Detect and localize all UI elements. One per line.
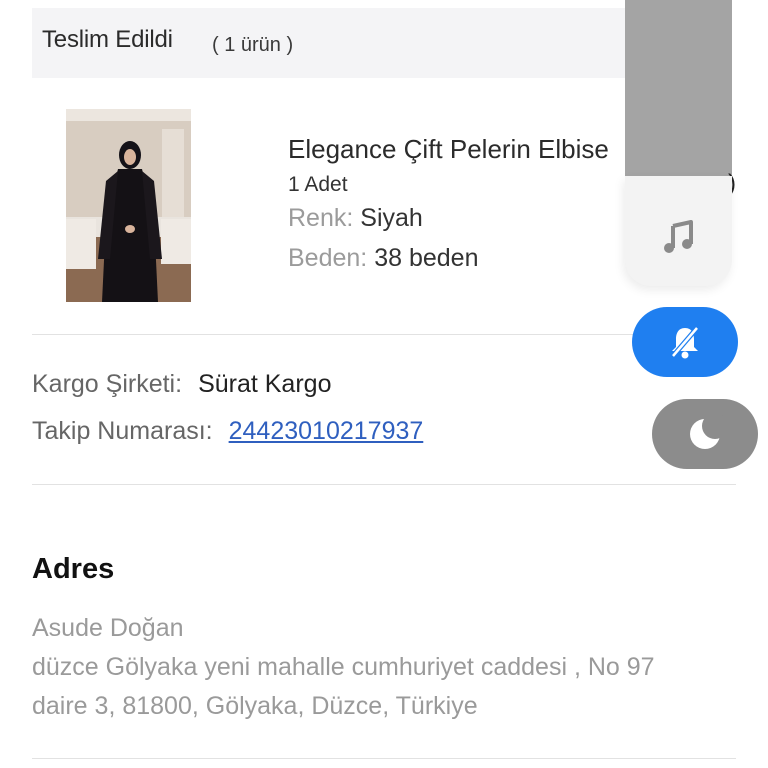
color-label: Renk: [288, 204, 354, 232]
carrier-row: Kargo Şirketi: Sürat Kargo [32, 370, 331, 399]
carrier-label: Kargo Şirketi: [32, 370, 183, 398]
divider [32, 758, 736, 759]
do-not-disturb-toggle[interactable] [652, 399, 758, 469]
address-title: Adres [32, 553, 115, 585]
volume-slider-panel[interactable] [625, 0, 732, 176]
divider [32, 334, 736, 335]
address-line-1: düzce Gölyaka yeni mahalle cumhuriyet ca… [32, 653, 655, 681]
color-value: Siyah [360, 204, 423, 232]
product-quantity: 1 Adet [288, 173, 348, 196]
product-image[interactable] [66, 109, 191, 302]
order-status-title: Teslim Edildi [42, 26, 173, 53]
size-label: Beden: [288, 244, 368, 272]
address-line-2: daire 3, 81800, Gölyaka, Düzce, Türkiye [32, 692, 478, 720]
media-control[interactable] [625, 176, 732, 286]
product-photo [66, 109, 191, 302]
tracking-number-link[interactable]: 24423010217937 [229, 417, 424, 445]
order-item-count: ( 1 ürün ) [212, 34, 294, 56]
product-name[interactable]: Elegance Çift Pelerin Elbise [288, 134, 609, 165]
product-color-row: Renk: Siyah [288, 204, 423, 233]
moon-icon [690, 415, 724, 449]
size-value: 38 beden [374, 244, 479, 272]
tracking-label: Takip Numarası: [32, 417, 213, 445]
silent-bell-slash-icon [671, 326, 699, 359]
silent-mode-toggle[interactable] [632, 307, 738, 377]
tracking-row: Takip Numarası: 24423010217937 [32, 417, 423, 446]
address-recipient-name: Asude Doğan [32, 614, 184, 642]
product-size-row: Beden: 38 beden [288, 244, 478, 273]
divider [32, 484, 736, 485]
music-note-icon [664, 220, 693, 253]
carrier-value: Sürat Kargo [198, 370, 332, 398]
